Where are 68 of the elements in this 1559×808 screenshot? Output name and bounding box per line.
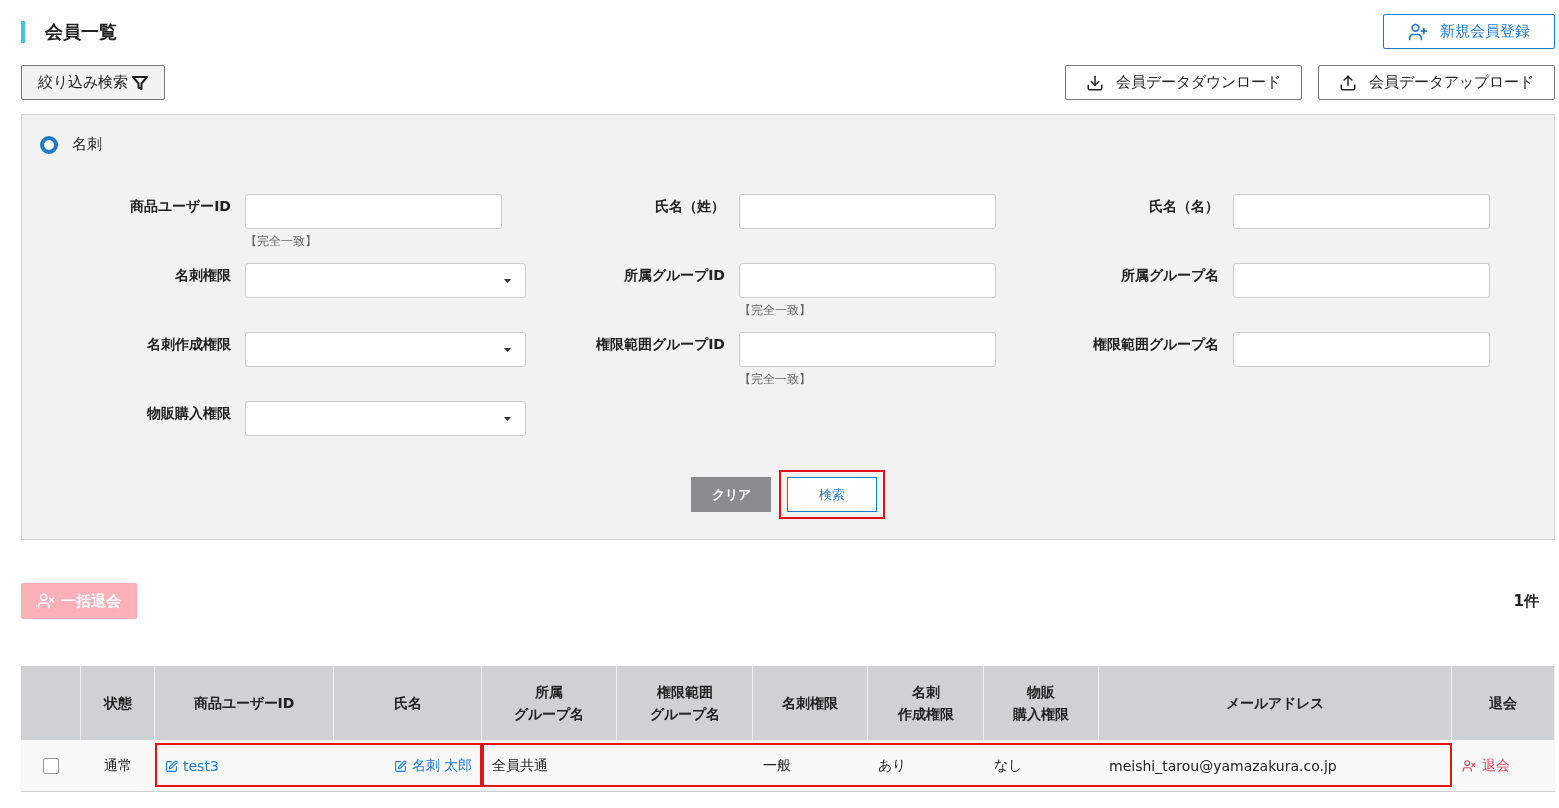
- download-icon: [1086, 73, 1104, 92]
- filter-search-button[interactable]: 絞り込み検索: [21, 65, 165, 100]
- field-hint: 【完全一致】: [739, 371, 811, 388]
- column-header: 所属: [534, 683, 564, 702]
- search-button[interactable]: 検索: [787, 477, 877, 512]
- input-field[interactable]: [245, 194, 502, 229]
- field-label: 氏名（名）: [1148, 197, 1219, 216]
- column-header: 名刺権限: [782, 694, 838, 713]
- field-label: 権限範囲グループID: [595, 335, 725, 354]
- radio-label: 名刺: [72, 135, 102, 154]
- select-field[interactable]: [245, 332, 526, 367]
- column-header: 作成権限: [897, 705, 954, 724]
- download-button[interactable]: 会員データダウンロード: [1065, 65, 1302, 100]
- user-add-icon: [1408, 21, 1428, 42]
- table-cell: あり: [878, 757, 906, 775]
- caret-icon: [504, 278, 511, 283]
- edit-link[interactable]: test3: [165, 758, 219, 774]
- select-field[interactable]: [245, 401, 526, 436]
- field-label: 所属グループID: [623, 266, 725, 285]
- caret-icon: [504, 416, 511, 421]
- result-count: 1件: [1513, 591, 1539, 611]
- field-label: 氏名（姓）: [654, 197, 725, 216]
- row-checkbox[interactable]: [43, 758, 59, 774]
- table-cell: 通常: [104, 757, 132, 775]
- field-hint: 【完全一致】: [739, 302, 811, 319]
- input-field[interactable]: [1233, 263, 1490, 298]
- column-header: 商品ユーザーID: [193, 694, 295, 713]
- edit-icon: [165, 759, 178, 773]
- upload-button[interactable]: 会員データアップロード: [1318, 65, 1555, 100]
- upload-icon: [1339, 73, 1357, 92]
- edit-link[interactable]: 名刺 太郎: [393, 757, 472, 775]
- column-header: 名刺: [910, 683, 941, 702]
- table-cell: meishi_tarou@yamazakura.co.jp: [1109, 758, 1337, 774]
- column-header: 状態: [103, 694, 132, 713]
- filter-icon: [132, 74, 148, 91]
- column-header: 退会: [1489, 694, 1517, 713]
- column-header: グループ名: [649, 705, 720, 724]
- clear-button[interactable]: クリア: [691, 477, 771, 512]
- column-header: 権限範囲: [655, 683, 714, 702]
- column-header: 氏名: [393, 694, 422, 713]
- field-label: 名刺権限: [174, 266, 231, 285]
- caret-icon: [504, 347, 511, 352]
- page-title: 会員一覧: [21, 20, 117, 43]
- input-field[interactable]: [739, 263, 996, 298]
- field-label: 名刺作成権限: [146, 335, 231, 354]
- select-field[interactable]: [245, 263, 526, 298]
- table-cell: 一般: [763, 757, 791, 775]
- input-field[interactable]: [739, 194, 996, 229]
- edit-icon: [393, 759, 407, 773]
- input-field[interactable]: [1233, 194, 1490, 229]
- user-remove-icon: [1462, 759, 1476, 773]
- field-hint: 【完全一致】: [245, 233, 317, 250]
- column-header: メールアドレス: [1226, 694, 1324, 713]
- column-header: グループ名: [514, 705, 584, 724]
- column-header: 購入権限: [1013, 705, 1069, 724]
- field-label: 商品ユーザーID: [129, 197, 231, 216]
- withdraw-link[interactable]: 退会: [1462, 757, 1510, 775]
- radio-button[interactable]: [40, 135, 58, 154]
- new-member-button[interactable]: 新規会員登録: [1383, 14, 1555, 49]
- table-cell: 全員共通: [492, 757, 548, 775]
- field-label: 物販購入権限: [145, 404, 231, 423]
- table-cell: なし: [994, 757, 1022, 775]
- input-field[interactable]: [739, 332, 996, 367]
- field-label: 権限範囲グループ名: [1092, 335, 1219, 354]
- field-label: 所属グループ名: [1120, 266, 1219, 285]
- column-header: 物販: [1025, 683, 1056, 702]
- input-field[interactable]: [1233, 332, 1490, 367]
- user-remove-icon: [37, 592, 55, 610]
